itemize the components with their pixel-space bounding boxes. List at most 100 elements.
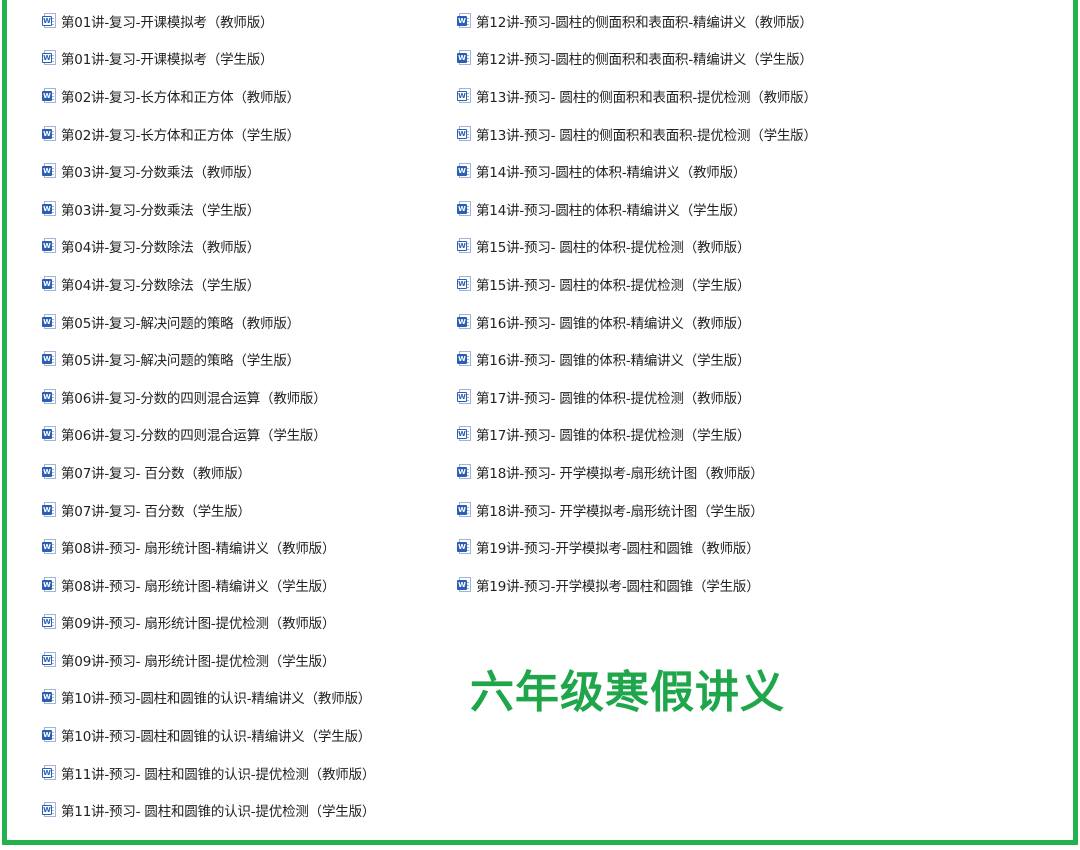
file-name-label: 第19讲-预习-开学模拟考-圆柱和圆锥（教师版） [476,541,760,558]
word-doc-icon: W [42,501,56,518]
file-item[interactable]: W 第14讲-预习-圆柱的体积-精编讲义（学生版） [457,190,817,228]
file-list-right: W 第12讲-预习-圆柱的侧面积和表面积-精编讲义（教师版） W 第12讲-预习-圆柱… [457,2,817,604]
file-item[interactable]: W 第05讲-复习-解决问题的策略（学生版） [42,340,375,378]
file-item[interactable]: W 第10讲-预习-圆柱和圆锥的认识-精编讲义（教师版） [42,679,375,717]
file-item[interactable]: W 第10讲-预习-圆柱和圆锥的认识-精编讲义（学生版） [42,716,375,754]
file-item[interactable]: W 第19讲-预习-开学模拟考-圆柱和圆锥（学生版） [457,566,817,604]
file-item[interactable]: W 第07讲-复习- 百分数（教师版） [42,453,375,491]
file-name-label: 第10讲-预习-圆柱和圆锥的认识-精编讲义（教师版） [61,691,372,708]
file-item[interactable]: W 第02讲-复习-长方体和正方体（学生版） [42,115,375,153]
file-name-label: 第19讲-预习-开学模拟考-圆柱和圆锥（学生版） [476,578,760,595]
file-name-label: 第12讲-预习-圆柱的侧面积和表面积-精编讲义（教师版） [476,14,813,31]
word-doc-icon: W [457,163,471,179]
file-name-label: 第06讲-复习-分数的四则混合运算（教师版） [61,390,327,407]
file-name-label: 第15讲-预习- 圆柱的体积-提优检测（教师版） [476,240,751,257]
file-name-label: 第07讲-复习- 百分数（学生版） [61,503,251,520]
file-item[interactable]: W 第08讲-预习- 扇形统计图-精编讲义（教师版） [42,528,375,566]
word-doc-icon: W [457,238,471,254]
file-name-label: 第03讲-复习-分数乘法（学生版） [61,202,261,219]
file-name-label: 第18讲-预习- 开学模拟考-扇形统计图（学生版） [476,503,764,520]
file-name-label: 第18讲-预习- 开学模拟考-扇形统计图（教师版） [476,465,764,482]
word-doc-icon: W [42,576,56,593]
word-doc-icon: W [42,163,56,179]
file-list-left: W 第01讲-复习-开课模拟考（教师版） W 第01讲-复习-开课模拟考（学生版） W 第… [42,2,375,829]
file-name-label: 第05讲-复习-解决问题的策略（学生版） [61,353,300,370]
file-name-label: 第08讲-预习- 扇形统计图-精编讲义（学生版） [61,578,336,595]
file-item[interactable]: W 第04讲-复习-分数除法（教师版） [42,228,375,266]
word-doc-icon: W [42,614,56,630]
word-doc-icon: W [457,50,471,66]
file-name-label: 第01讲-复习-开课模拟考（教师版） [61,14,274,31]
word-doc-icon: W [42,727,56,743]
file-item[interactable]: W 第03讲-复习-分数乘法（教师版） [42,152,375,190]
file-name-label: 第15讲-预习- 圆柱的体积-提优检测（学生版） [476,277,751,294]
file-name-label: 第14讲-预习-圆柱的体积-精编讲义（教师版） [476,165,747,182]
file-item[interactable]: W 第12讲-预习-圆柱的侧面积和表面积-精编讲义（教师版） [457,2,817,40]
file-item[interactable]: W 第06讲-复习-分数的四则混合运算（教师版） [42,378,375,416]
file-name-label: 第11讲-预习- 圆柱和圆锥的认识-提优检测（教师版） [61,766,376,783]
word-doc-icon: W [42,388,56,405]
word-doc-icon: W [457,351,471,367]
word-doc-icon: W [457,501,471,518]
file-item[interactable]: W 第18讲-预习- 开学模拟考-扇形统计图（学生版） [457,491,817,529]
word-doc-icon: W [457,125,471,142]
file-item[interactable]: W 第16讲-预习- 圆锥的体积-精编讲义（教师版） [457,303,817,341]
word-doc-icon: W [42,539,56,555]
file-name-label: 第02讲-复习-长方体和正方体（学生版） [61,127,300,144]
file-name-label: 第01讲-复习-开课模拟考（学生版） [61,52,274,69]
word-doc-icon: W [457,275,471,292]
file-item[interactable]: W 第01讲-复习-开课模拟考（教师版） [42,2,375,40]
file-name-label: 第16讲-预习- 圆锥的体积-精编讲义（学生版） [476,353,751,370]
file-item[interactable]: W 第01讲-复习-开课模拟考（学生版） [42,40,375,78]
file-name-label: 第09讲-预习- 扇形统计图-提优检测（教师版） [61,616,336,633]
file-item[interactable]: W 第08讲-预习- 扇形统计图-精编讲义（学生版） [42,566,375,604]
file-name-label: 第13讲-预习- 圆柱的侧面积和表面积-提优检测（教师版） [476,89,817,106]
word-doc-icon: W [457,388,471,405]
file-item[interactable]: W 第16讲-预习- 圆锥的体积-精编讲义（学生版） [457,340,817,378]
file-item[interactable]: W 第11讲-预习- 圆柱和圆锥的认识-提优检测（学生版） [42,791,375,829]
word-doc-icon: W [457,87,471,104]
file-item[interactable]: W 第05讲-复习-解决问题的策略（教师版） [42,303,375,341]
file-item[interactable]: W 第06讲-复习-分数的四则混合运算（学生版） [42,416,375,454]
word-doc-icon: W [42,802,56,818]
file-item[interactable]: W 第09讲-预习- 扇形统计图-提优检测（学生版） [42,641,375,679]
word-doc-icon: W [457,539,471,555]
file-item[interactable]: W 第17讲-预习- 圆锥的体积-提优检测（教师版） [457,378,817,416]
file-name-label: 第12讲-预习-圆柱的侧面积和表面积-精编讲义（学生版） [476,52,813,69]
file-item[interactable]: W 第09讲-预习- 扇形统计图-提优检测（教师版） [42,604,375,642]
word-doc-icon: W [42,689,56,705]
word-doc-icon: W [42,87,56,104]
word-doc-icon: W [42,651,56,668]
file-item[interactable]: W 第15讲-预习- 圆柱的体积-提优检测（教师版） [457,228,817,266]
file-item[interactable]: W 第14讲-预习-圆柱的体积-精编讲义（教师版） [457,152,817,190]
file-name-label: 第05讲-复习-解决问题的策略（教师版） [61,315,300,332]
file-item[interactable]: W 第13讲-预习- 圆柱的侧面积和表面积-提优检测（学生版） [457,115,817,153]
file-name-label: 第11讲-预习- 圆柱和圆锥的认识-提优检测（学生版） [61,804,376,821]
word-doc-icon: W [42,238,56,254]
file-item[interactable]: W 第15讲-预习- 圆柱的体积-提优检测（学生版） [457,265,817,303]
word-doc-icon: W [42,313,56,330]
file-item[interactable]: W 第04讲-复习-分数除法（学生版） [42,265,375,303]
file-item[interactable]: W 第07讲-复习- 百分数（学生版） [42,491,375,529]
word-doc-icon: W [457,200,471,217]
word-doc-icon: W [457,576,471,593]
file-item[interactable]: W 第13讲-预习- 圆柱的侧面积和表面积-提优检测（教师版） [457,77,817,115]
file-name-label: 第04讲-复习-分数除法（学生版） [61,277,261,294]
file-item[interactable]: W 第17讲-预习- 圆锥的体积-提优检测（学生版） [457,416,817,454]
word-doc-icon: W [457,313,471,330]
file-item[interactable]: W 第11讲-预习- 圆柱和圆锥的认识-提优检测（教师版） [42,754,375,792]
file-name-label: 第13讲-预习- 圆柱的侧面积和表面积-提优检测（学生版） [476,127,817,144]
file-item[interactable]: W 第03讲-复习-分数乘法（学生版） [42,190,375,228]
word-doc-icon: W [457,463,471,480]
word-doc-icon: W [42,12,56,29]
file-name-label: 第17讲-预习- 圆锥的体积-提优检测（教师版） [476,390,751,407]
word-doc-icon: W [457,12,471,29]
file-name-label: 第10讲-预习-圆柱和圆锥的认识-精编讲义（学生版） [61,729,372,746]
file-item[interactable]: W 第12讲-预习-圆柱的侧面积和表面积-精编讲义（学生版） [457,40,817,78]
file-item[interactable]: W 第19讲-预习-开学模拟考-圆柱和圆锥（教师版） [457,528,817,566]
file-item[interactable]: W 第18讲-预习- 开学模拟考-扇形统计图（教师版） [457,453,817,491]
file-name-label: 第09讲-预习- 扇形统计图-提优检测（学生版） [61,653,336,670]
file-name-label: 第07讲-复习- 百分数（教师版） [61,465,251,482]
word-doc-icon: W [42,50,56,66]
file-item[interactable]: W 第02讲-复习-长方体和正方体（教师版） [42,77,375,115]
